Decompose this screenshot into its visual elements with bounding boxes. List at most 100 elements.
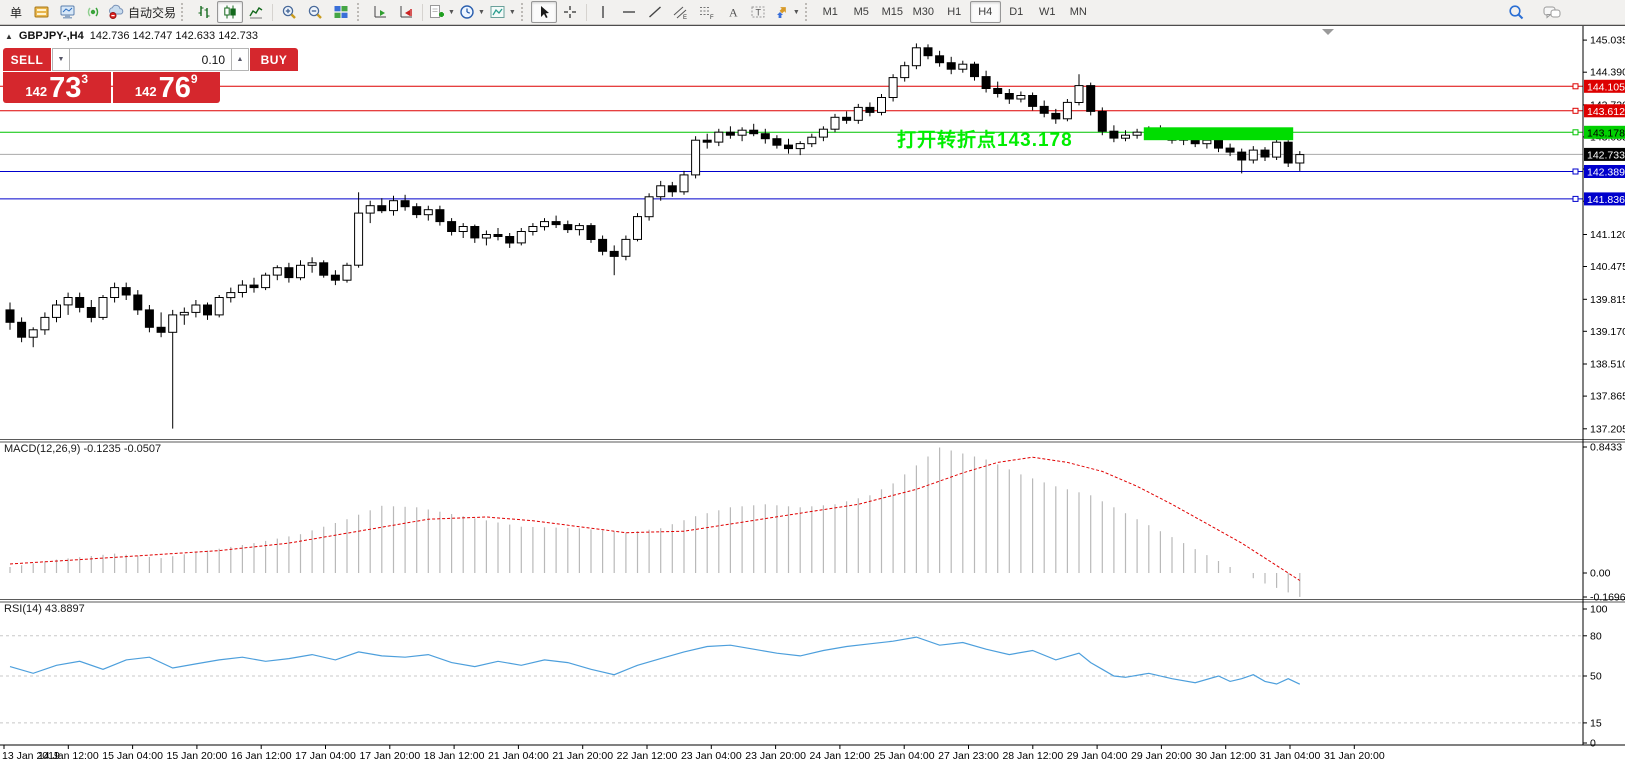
macd-axis: 0.84330.00-0.1696 xyxy=(1583,442,1625,604)
highlight-zone[interactable] xyxy=(1144,127,1293,140)
periods-button[interactable]: ▼ xyxy=(457,1,487,23)
volume-input[interactable] xyxy=(70,48,231,71)
buy-price-point: 9 xyxy=(191,72,198,86)
line-chart-button[interactable] xyxy=(243,1,269,23)
candle xyxy=(1133,129,1141,139)
fibo-icon: F xyxy=(698,4,715,20)
candle xyxy=(308,257,316,272)
new-chart-button[interactable] xyxy=(54,1,80,23)
vertical-line-button[interactable] xyxy=(590,1,616,23)
timeframe-h4-button[interactable]: H4 xyxy=(970,1,1001,23)
level-handle[interactable] xyxy=(1573,108,1578,113)
chart-window-button[interactable] xyxy=(28,1,54,23)
sell-price[interactable]: 142 73 3 xyxy=(3,72,111,103)
candle xyxy=(157,312,165,337)
candle xyxy=(982,71,990,93)
cursor-button[interactable] xyxy=(531,1,557,23)
candle xyxy=(227,288,235,303)
candle xyxy=(1063,99,1071,121)
svg-text:80: 80 xyxy=(1590,630,1602,642)
price-axis[interactable]: 145.035144.390143.730143.085142.440141.7… xyxy=(1583,35,1625,436)
level-handle[interactable] xyxy=(1573,196,1578,201)
candle xyxy=(680,171,688,195)
candle xyxy=(785,139,793,154)
candle xyxy=(169,310,177,429)
chart-shift-button[interactable] xyxy=(393,1,419,23)
candle xyxy=(459,223,467,238)
rsi-indicator-label: RSI(14) 43.8897 xyxy=(4,603,85,615)
candle xyxy=(99,295,107,320)
candle xyxy=(122,283,130,300)
fibonacci-button[interactable]: F xyxy=(694,1,720,23)
timeframe-d1-button[interactable]: D1 xyxy=(1001,1,1032,23)
templates-button[interactable]: ▼ xyxy=(487,1,518,23)
volume-decrease-button[interactable]: ▼ xyxy=(52,48,70,71)
label-button[interactable]: T xyxy=(746,1,772,23)
turning-point-annotation: 打开转折点143.178 xyxy=(897,125,1073,152)
svg-text:F: F xyxy=(710,15,714,20)
timeframe-m15-button[interactable]: M15 xyxy=(877,1,908,23)
chat-button[interactable] xyxy=(1539,1,1565,23)
price-badge-141.836: 141.836 xyxy=(1584,192,1625,206)
new-order-button[interactable]: 单 xyxy=(2,1,28,23)
candle xyxy=(180,308,188,325)
candle xyxy=(1029,93,1037,111)
candles-icon xyxy=(222,4,238,20)
svg-text:0.8433: 0.8433 xyxy=(1590,442,1622,454)
search-button[interactable] xyxy=(1503,1,1529,23)
tile-windows-button[interactable] xyxy=(328,1,354,23)
timeframe-w1-button[interactable]: W1 xyxy=(1032,1,1063,23)
zoom-out-button[interactable] xyxy=(302,1,328,23)
timeframe-mn-button[interactable]: MN xyxy=(1063,1,1094,23)
auto-scroll-icon xyxy=(372,4,389,20)
dropdown-caret-icon[interactable]: ▼ xyxy=(448,9,455,16)
volume-increase-button[interactable]: ▲ xyxy=(231,48,249,71)
time-tick-label: 27 Jan 23:00 xyxy=(938,750,999,762)
auto-trading-button[interactable]: 自动交易 xyxy=(106,1,178,23)
dropdown-caret-icon[interactable]: ▼ xyxy=(478,9,485,16)
candlestick-chart-button[interactable] xyxy=(217,1,243,23)
dropdown-caret-icon[interactable]: ▼ xyxy=(793,9,800,16)
svg-text:142.389: 142.389 xyxy=(1587,167,1625,179)
svg-text:142.733: 142.733 xyxy=(1587,149,1625,161)
channel-button[interactable]: E xyxy=(668,1,694,23)
timeframe-m30-button[interactable]: M30 xyxy=(908,1,939,23)
svg-text:A: A xyxy=(729,6,738,20)
price-badge-142.733: 142.733 xyxy=(1584,148,1625,162)
bar-chart-button[interactable] xyxy=(191,1,217,23)
level-handle[interactable] xyxy=(1573,84,1578,89)
timeframe-m5-button[interactable]: M5 xyxy=(846,1,877,23)
level-handle[interactable] xyxy=(1573,130,1578,135)
crosshair-button[interactable] xyxy=(557,1,583,23)
candle xyxy=(482,231,490,246)
sell-button[interactable]: SELL xyxy=(3,48,51,71)
auto-scroll-button[interactable] xyxy=(367,1,393,23)
price-badge-144.105: 144.105 xyxy=(1584,80,1625,94)
candle xyxy=(924,44,932,59)
candle xyxy=(331,270,339,285)
svg-text:143.178: 143.178 xyxy=(1587,127,1625,139)
candle xyxy=(889,74,897,101)
collapse-trade-panel-icon[interactable]: ▲ xyxy=(5,32,13,41)
arrows-button[interactable]: ▼ xyxy=(772,1,802,23)
zoom-in-button[interactable] xyxy=(276,1,302,23)
candle xyxy=(320,260,328,277)
text-button[interactable]: A xyxy=(720,1,746,23)
time-tick-label: 24 Jan 12:00 xyxy=(810,750,871,762)
data-window-button[interactable] xyxy=(80,1,106,23)
time-axis[interactable]: 13 Jan 201914 Jan 12:0015 Jan 04:0015 Ja… xyxy=(2,745,1385,762)
timeframe-m1-button[interactable]: M1 xyxy=(815,1,846,23)
indicators-button[interactable]: ▼ xyxy=(426,1,457,23)
horizontal-line-button[interactable] xyxy=(616,1,642,23)
chart-shift-marker-icon[interactable] xyxy=(1322,29,1334,35)
buy-price[interactable]: 142 76 9 xyxy=(113,72,221,103)
candle xyxy=(215,295,223,317)
buy-button[interactable]: BUY xyxy=(250,48,298,71)
level-handle[interactable] xyxy=(1573,169,1578,174)
trendline-button[interactable] xyxy=(642,1,668,23)
svg-text:0: 0 xyxy=(1590,738,1596,750)
channel-icon: E xyxy=(672,4,689,20)
timeframe-h1-button[interactable]: H1 xyxy=(939,1,970,23)
price-tick-label: 137.205 xyxy=(1590,423,1625,435)
dropdown-caret-icon[interactable]: ▼ xyxy=(509,9,516,16)
